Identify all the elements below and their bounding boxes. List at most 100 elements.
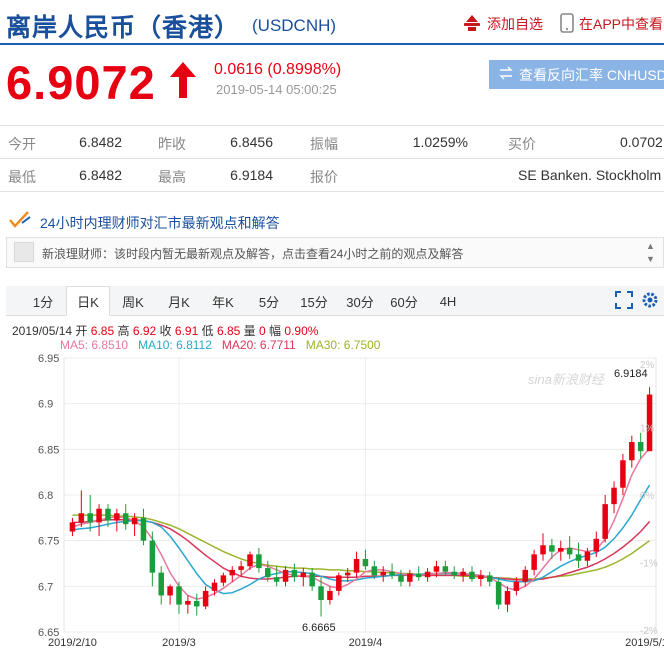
pct-tick-label: -1% (640, 559, 658, 570)
candle-body (193, 600, 200, 607)
candle-body (522, 569, 529, 582)
candle-body (229, 569, 236, 576)
candle-body (478, 575, 484, 580)
candle-body (584, 551, 591, 561)
high-label: 最高 (158, 169, 186, 185)
x-tick-label: 2019/5/14 (625, 637, 664, 649)
y-tick-label: 6.95 (38, 353, 59, 365)
ohlc-amp-label: 幅 (269, 324, 282, 338)
candle-body (238, 566, 244, 570)
y-tick-label: 6.85 (38, 444, 59, 456)
low-label: 最低 (8, 169, 36, 185)
candle-body (637, 442, 644, 452)
max-label: 6.9184 (614, 368, 648, 380)
ohlc-low-label: 低 (201, 324, 214, 338)
ohlc-vol-label: 量 (243, 324, 256, 338)
tab-daily-k[interactable]: 日K (66, 286, 110, 316)
tab-60min[interactable]: 60分 (382, 286, 426, 316)
open-label: 今开 (8, 136, 36, 152)
candle-body (78, 513, 85, 523)
ohlc-open: 6.85 (90, 324, 115, 338)
x-tick-label: 2019/3 (162, 637, 196, 649)
fullscreen-icon[interactable] (615, 291, 633, 314)
ohlc-date: 2019/05/14 (12, 324, 73, 338)
up-arrow-icon (168, 60, 198, 105)
tab-1min[interactable]: 1分 (22, 286, 64, 316)
tab-monthly-k[interactable]: 月K (158, 286, 200, 316)
candle-body (415, 573, 422, 578)
candle-body (398, 575, 404, 582)
candle-body (353, 558, 360, 573)
candle-body (114, 513, 120, 521)
scroll-down-icon[interactable]: ▼ (646, 254, 655, 264)
currency-code: (USDCNH) (252, 16, 337, 35)
min-label: 6.6665 (302, 622, 336, 634)
tab-yearly-k[interactable]: 年K (202, 286, 244, 316)
candle-body (460, 571, 466, 576)
tab-4h[interactable]: 4H (426, 286, 470, 316)
gear-icon[interactable] (641, 291, 659, 314)
source-value: SE Banken. Stockholm (518, 167, 662, 183)
reverse-rate-button[interactable]: 查看反向汇率 CNHUSD (489, 60, 664, 89)
prev-close-label: 昨收 (158, 136, 186, 152)
candle-body (549, 545, 555, 552)
app-view-button[interactable]: 在APP中查看 (560, 12, 663, 36)
quote-timestamp: 2019-05-14 05:00:25 (216, 82, 337, 97)
scroll-up-icon[interactable]: ▲ (646, 241, 655, 251)
stats-divider-top (0, 125, 664, 126)
candle-body (309, 572, 315, 587)
candle-body (87, 513, 93, 523)
app-view-label: 在APP中查看 (579, 16, 664, 32)
source-label: 报价 (310, 169, 338, 185)
pct-tick-label: -2% (640, 626, 658, 637)
opinion-link[interactable]: 24小时内理财师对汇市最新观点和解答 (40, 213, 280, 233)
candle-body (140, 517, 147, 541)
tab-5min[interactable]: 5分 (248, 286, 290, 316)
pct-tick-label: 1% (640, 424, 655, 435)
candle-body (469, 571, 475, 580)
tab-15min[interactable]: 15分 (292, 286, 336, 316)
stats-divider-mid (0, 158, 664, 159)
current-price: 6.9072 (6, 56, 156, 109)
candle-body (291, 569, 298, 578)
tab-weekly-k[interactable]: 周K (112, 286, 154, 316)
ohlc-close: 6.91 (174, 324, 199, 338)
opinion-text[interactable]: 新浪理财师：该时段内暂无最新观点及解答，点击查看24小时之前的观点及解答 (42, 245, 463, 262)
candle-body (185, 600, 191, 605)
candle-body (407, 573, 413, 582)
candle-body (433, 566, 440, 572)
candle-body (318, 586, 324, 601)
candle-body (513, 581, 520, 591)
candle-body (380, 571, 386, 576)
y-tick-label: 6.75 (38, 536, 59, 548)
candle-body (531, 554, 537, 570)
candle-body (611, 487, 617, 505)
candle-body (149, 540, 156, 573)
phone-icon (560, 12, 574, 36)
candle-body (629, 442, 635, 461)
candle-body (593, 538, 600, 552)
candle-body (558, 547, 564, 552)
candle-body (247, 554, 253, 567)
tab-30min[interactable]: 30分 (338, 286, 382, 316)
watermark: sina新浪财经 (528, 372, 606, 387)
candlestick-chart[interactable]: 6.956.96.856.86.756.76.652%1%0%-1%-2%201… (0, 350, 664, 655)
avatar (14, 242, 34, 262)
ohlc-open-label: 开 (75, 324, 88, 338)
favorite-hat-icon (462, 14, 482, 35)
candle-body (362, 558, 369, 567)
candle-body (566, 547, 573, 555)
candle-body (202, 590, 209, 607)
ohlc-high-label: 高 (117, 324, 130, 338)
prev-close-value: 6.8456 (230, 134, 273, 150)
low-value: 6.8482 (79, 167, 122, 183)
candle-body (602, 504, 608, 539)
candle-body (96, 508, 102, 523)
candle-body (176, 586, 182, 605)
amplitude-label: 振幅 (310, 136, 338, 152)
candle-body (451, 571, 457, 576)
add-favorite-button[interactable]: 添加自选 (462, 12, 543, 36)
candle-body (442, 566, 449, 572)
check-icon (8, 209, 34, 234)
open-value: 6.8482 (79, 134, 122, 150)
